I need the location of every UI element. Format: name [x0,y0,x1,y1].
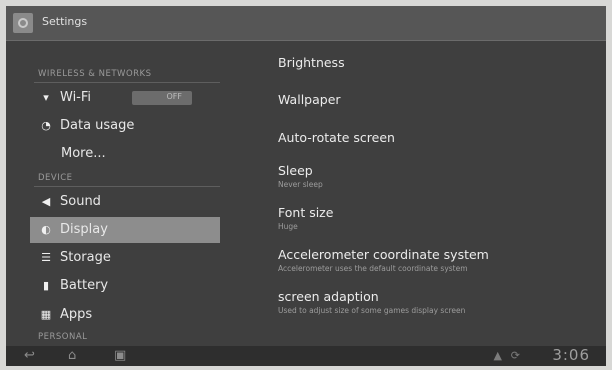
settings-gear-icon[interactable] [13,13,33,33]
sidebar-item-label: Wi-Fi [60,90,92,105]
section-header-device: DEVICE [38,173,73,183]
setting-title: screen adaption [278,289,379,304]
sidebar-item-more[interactable]: More... [30,141,220,167]
setting-title: Accelerometer coordinate system [278,247,489,262]
sync-icon: ⟳ [510,349,520,362]
section-header-wireless: WIRELESS & NETWORKS [38,69,152,79]
setting-title: Brightness [278,55,345,70]
action-bar: Settings [6,6,606,41]
setting-summary: Never sleep [278,180,323,189]
sidebar-item-label: Storage [60,250,111,265]
signal-icon: ▲ [493,349,502,362]
setting-title: Font size [278,205,334,220]
setting-font-size[interactable]: Font size Huge [278,205,598,231]
setting-sleep[interactable]: Sleep Never sleep [278,163,598,189]
display-settings-list: Brightness Wallpaper Auto-rotate screen … [266,41,606,346]
setting-brightness[interactable]: Brightness [278,55,598,70]
sidebar-item-label: Data usage [60,118,135,133]
sidebar-item-label: Display [60,222,108,237]
setting-auto-rotate[interactable]: Auto-rotate screen [278,130,598,145]
setting-accelerometer[interactable]: Accelerometer coordinate system Accelero… [278,247,598,273]
toggle-label: OFF [166,92,183,101]
divider [34,82,220,83]
divider [34,186,220,187]
wifi-toggle[interactable]: OFF [132,91,192,105]
setting-summary: Accelerometer uses the default coordinat… [278,264,468,273]
wifi-icon: ▾ [43,91,49,104]
storage-icon: ☰ [41,251,51,264]
battery-icon: ▮ [42,279,50,292]
display-icon: ◐ [41,223,51,236]
sidebar-item-wifi[interactable]: ▾ Wi-Fi OFF [30,85,220,111]
setting-title: Auto-rotate screen [278,130,395,145]
recent-apps-icon[interactable]: ▣ [114,348,126,364]
setting-title: Sleep [278,163,313,178]
system-bar: ↩ ⌂ ▣ ▲ ⟳ 3:06 [6,346,606,366]
sidebar-item-label: Sound [60,194,101,209]
page-title: Settings [42,15,88,28]
sidebar-item-label: More... [61,146,106,161]
sidebar-item-label: Battery [60,278,109,293]
clock: 3:06 [552,346,590,364]
speaker-icon: ◀ [41,195,51,208]
back-icon[interactable]: ↩ [24,348,35,364]
screen: Settings WIRELESS & NETWORKS ▾ Wi-Fi OFF… [6,6,606,366]
section-header-personal: PERSONAL [38,332,88,342]
setting-wallpaper[interactable]: Wallpaper [278,92,598,107]
apps-icon: ▦ [40,308,52,321]
setting-title: Wallpaper [278,92,341,107]
sidebar-item-apps[interactable]: ▦ Apps [30,302,220,328]
setting-summary: Huge [278,222,298,231]
setting-summary: Used to adjust size of some games displa… [278,306,466,315]
sidebar-item-battery[interactable]: ▮ Battery [30,273,220,299]
sidebar-item-data-usage[interactable]: ◔ Data usage [30,113,220,139]
settings-sidebar: WIRELESS & NETWORKS ▾ Wi-Fi OFF ◔ Data u… [6,41,221,346]
sidebar-item-sound[interactable]: ◀ Sound [30,189,220,215]
home-icon[interactable]: ⌂ [68,348,76,364]
sidebar-item-storage[interactable]: ☰ Storage [30,245,220,271]
sidebar-item-label: Apps [60,307,93,322]
data-usage-icon: ◔ [41,119,51,132]
setting-screen-adaption[interactable]: screen adaption Used to adjust size of s… [278,289,598,315]
sidebar-item-display[interactable]: ◐ Display [30,217,220,243]
